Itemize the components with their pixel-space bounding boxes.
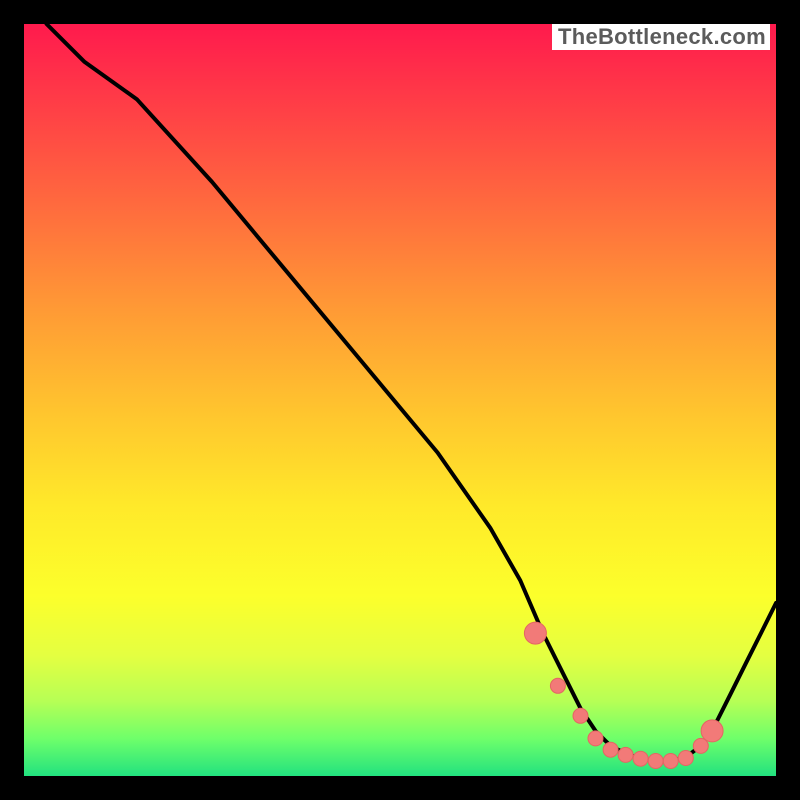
bottleneck-curve bbox=[24, 24, 776, 761]
data-marker bbox=[701, 720, 723, 742]
data-marker bbox=[633, 751, 648, 766]
data-marker bbox=[573, 708, 588, 723]
data-marker bbox=[588, 731, 603, 746]
chart-svg bbox=[24, 24, 776, 776]
plot-area: TheBottleneck.com bbox=[24, 24, 776, 776]
data-marker bbox=[663, 754, 678, 769]
data-marker bbox=[550, 678, 565, 693]
data-marker bbox=[648, 754, 663, 769]
data-marker bbox=[678, 751, 693, 766]
data-marker bbox=[524, 622, 546, 644]
chart-frame: TheBottleneck.com bbox=[0, 0, 800, 800]
data-marker bbox=[618, 747, 633, 762]
data-marker bbox=[603, 742, 618, 757]
